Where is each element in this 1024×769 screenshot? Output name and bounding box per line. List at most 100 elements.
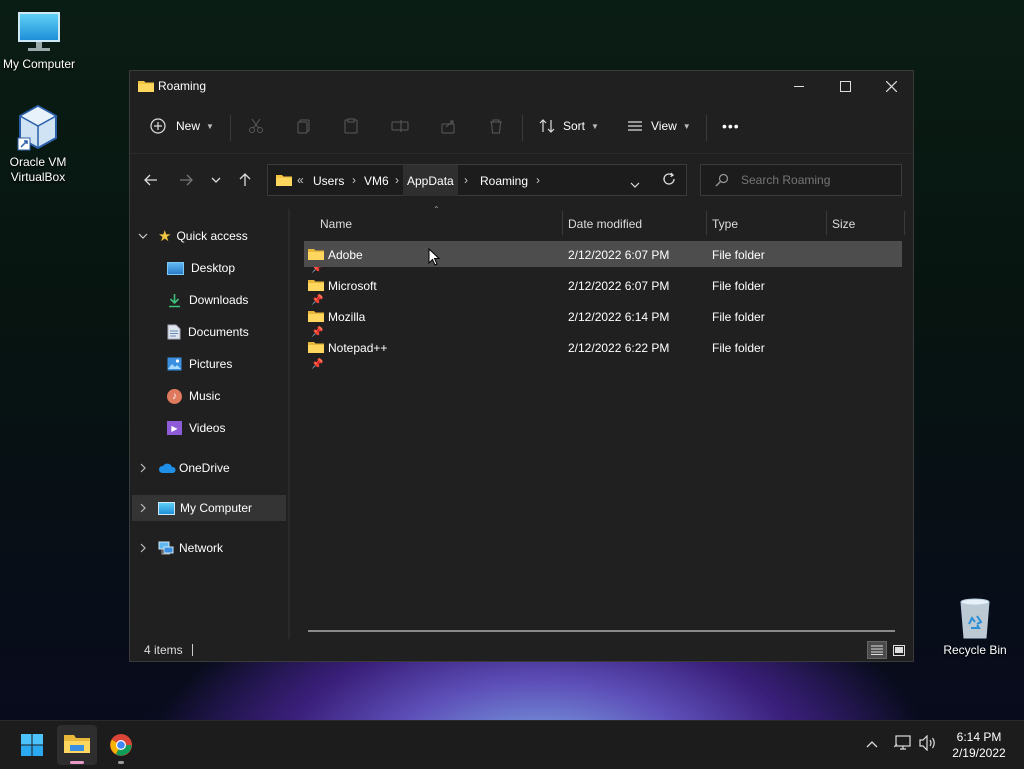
- file-row[interactable]: Adobe 2/12/2022 6:07 PM File folder: [304, 241, 902, 267]
- address-bar[interactable]: « Users › VM6 › AppData › Roaming ›: [267, 164, 687, 196]
- chevron-down-icon: [138, 233, 148, 239]
- star-icon: ★: [158, 228, 172, 245]
- chrome-icon: [110, 734, 132, 756]
- window-title: Roaming: [158, 79, 207, 93]
- clock[interactable]: 6:14 PM 2/19/2022: [946, 727, 1012, 763]
- sort-button[interactable]: Sort ▼: [539, 111, 599, 141]
- file-row[interactable]: Notepad++ 2/12/2022 6:22 PM File folder: [304, 334, 902, 360]
- address-dropdown-button[interactable]: [630, 177, 640, 191]
- breadcrumb-users[interactable]: Users: [313, 174, 344, 188]
- more-options-button[interactable]: •••: [722, 111, 740, 141]
- back-button[interactable]: [139, 168, 163, 192]
- copy-icon: [297, 119, 310, 134]
- desktop-icon-label: My Computer: [2, 57, 76, 71]
- file-date: 2/12/2022 6:14 PM: [568, 310, 670, 324]
- folder-icon: [308, 309, 324, 326]
- desktop-icon-virtualbox[interactable]: Oracle VM VirtualBox: [0, 104, 80, 185]
- sidebar-item-downloads[interactable]: Downloads 📌: [167, 288, 323, 312]
- view-list-icon: [628, 121, 642, 131]
- chevron-right-icon: ›: [536, 173, 540, 187]
- chevron-down-icon: ▼: [682, 121, 691, 131]
- recent-locations-button[interactable]: [204, 168, 228, 192]
- active-indicator: [70, 761, 84, 764]
- video-icon: ▶: [167, 421, 182, 435]
- column-divider[interactable]: [706, 211, 707, 235]
- column-divider[interactable]: [826, 211, 827, 235]
- cut-button[interactable]: [248, 111, 264, 141]
- file-row[interactable]: Microsoft 2/12/2022 6:07 PM File folder: [304, 272, 902, 298]
- new-label: New: [176, 119, 201, 133]
- column-divider[interactable]: [562, 211, 563, 235]
- tiles-view-button[interactable]: [890, 641, 908, 659]
- scissors-icon: [249, 118, 263, 133]
- arrow-right-icon: [180, 174, 193, 186]
- sidebar-label: OneDrive: [179, 461, 230, 475]
- share-button[interactable]: [440, 111, 456, 141]
- search-box[interactable]: [700, 164, 902, 196]
- breadcrumb-roaming[interactable]: Roaming: [480, 174, 528, 188]
- title-bar[interactable]: Roaming: [130, 71, 913, 101]
- close-icon: [885, 80, 897, 92]
- maximize-button[interactable]: [822, 71, 868, 101]
- sidebar-item-onedrive[interactable]: OneDrive: [140, 456, 230, 480]
- minimize-button[interactable]: [776, 71, 822, 101]
- desktop-icon-my-computer[interactable]: My Computer: [0, 10, 81, 71]
- folder-icon: [276, 173, 292, 190]
- forward-button[interactable]: [174, 168, 198, 192]
- network-icon: [158, 541, 174, 554]
- breadcrumb-vm6[interactable]: VM6: [364, 174, 389, 188]
- sidebar-item-documents[interactable]: Documents 📌: [167, 320, 323, 344]
- breadcrumb-appdata[interactable]: AppData: [403, 165, 458, 196]
- up-button[interactable]: [233, 168, 257, 192]
- chevron-down-icon: [630, 182, 640, 188]
- show-hidden-icons-button[interactable]: [866, 737, 878, 751]
- network-monitor-icon: [893, 735, 911, 750]
- paste-button[interactable]: [343, 111, 359, 141]
- sidebar-label: Documents: [188, 325, 249, 339]
- sidebar-label: Videos: [189, 421, 226, 435]
- sidebar-item-music[interactable]: ♪ Music: [167, 384, 287, 408]
- file-name: Adobe: [328, 248, 363, 262]
- start-button[interactable]: [14, 729, 50, 761]
- new-button[interactable]: New ▼: [150, 111, 214, 141]
- column-header-type[interactable]: Type: [712, 217, 738, 231]
- rename-button[interactable]: [391, 111, 409, 141]
- sidebar-item-network[interactable]: Network: [140, 536, 223, 560]
- refresh-button[interactable]: [662, 172, 676, 189]
- taskbar-file-explorer[interactable]: [57, 725, 97, 765]
- desktop-icon-recycle-bin[interactable]: Recycle Bin: [933, 596, 1017, 657]
- sidebar-item-videos[interactable]: ▶ Videos: [167, 416, 287, 440]
- column-divider[interactable]: [904, 211, 905, 235]
- taskbar: 6:14 PM 2/19/2022: [0, 720, 1024, 769]
- column-header-date[interactable]: Date modified: [568, 217, 642, 231]
- arrow-left-icon: [144, 174, 157, 186]
- search-input[interactable]: [739, 172, 893, 188]
- volume-button[interactable]: [919, 734, 937, 754]
- download-icon: [169, 293, 180, 307]
- overflow-crumb[interactable]: «: [297, 173, 304, 187]
- status-divider: [192, 644, 193, 656]
- delete-button[interactable]: [488, 111, 504, 141]
- network-status-button[interactable]: [893, 735, 912, 754]
- view-button[interactable]: View ▼: [627, 111, 691, 141]
- taskbar-chrome[interactable]: [101, 725, 141, 765]
- cloud-icon: [158, 463, 176, 473]
- pane-splitter[interactable]: [288, 209, 290, 639]
- column-header-name[interactable]: Name: [320, 217, 352, 231]
- sidebar-row: My Computer: [140, 496, 252, 520]
- view-label: View: [651, 119, 677, 133]
- horizontal-scrollbar[interactable]: [308, 630, 895, 632]
- file-type: File folder: [712, 310, 765, 324]
- toolbar-divider: [230, 115, 231, 141]
- trash-icon: [490, 119, 502, 134]
- close-button[interactable]: [868, 71, 914, 101]
- sidebar-item-my-computer[interactable]: My Computer: [132, 495, 286, 521]
- details-view-button[interactable]: [867, 641, 887, 659]
- file-row[interactable]: Mozilla 2/12/2022 6:14 PM File folder: [304, 303, 902, 329]
- copy-button[interactable]: [296, 111, 312, 141]
- sidebar-item-desktop[interactable]: Desktop 📌: [167, 256, 323, 280]
- sidebar-label: Downloads: [189, 293, 249, 307]
- sidebar-item-quick-access[interactable]: ★ Quick access: [138, 224, 248, 248]
- sidebar-item-pictures[interactable]: Pictures 📌: [167, 352, 323, 376]
- column-header-size[interactable]: Size: [832, 217, 855, 231]
